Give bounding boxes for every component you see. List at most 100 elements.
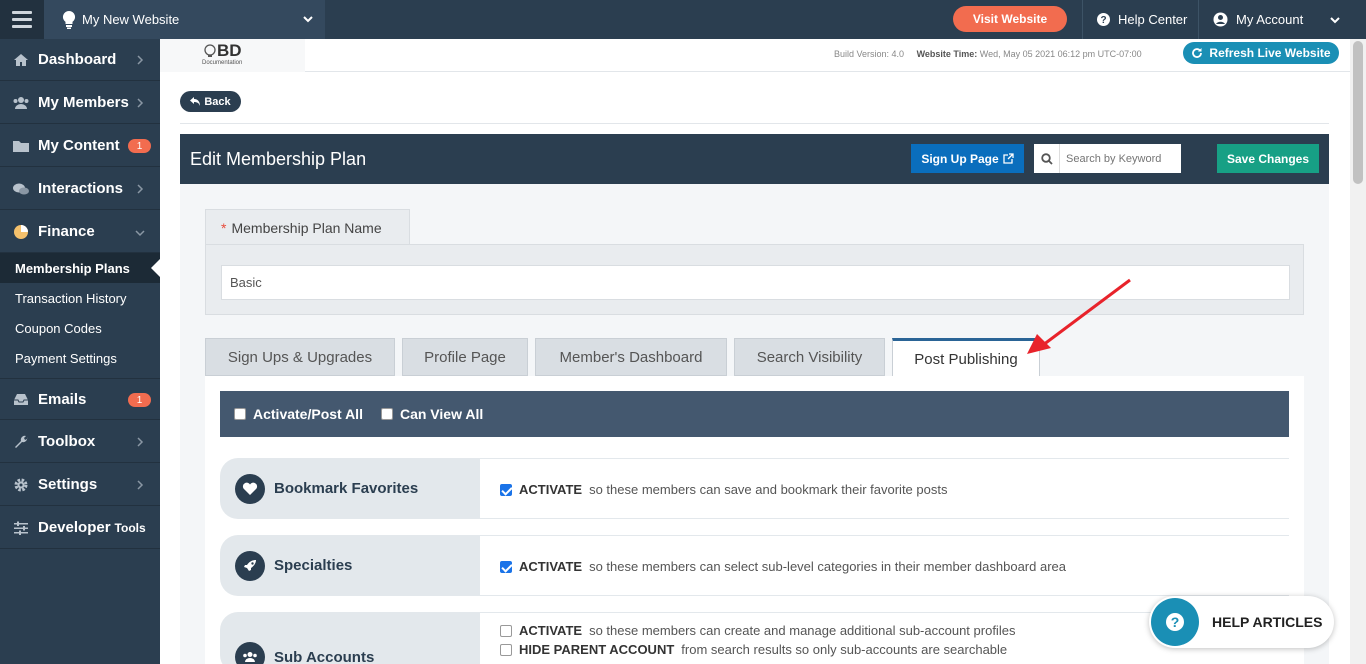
heart-icon (235, 473, 265, 504)
feature-label: Sub Accounts (220, 612, 480, 664)
refresh-label: Refresh Live Website (1209, 46, 1331, 60)
tab-members-dashboard[interactable]: Member's Dashboard (535, 338, 727, 376)
sidebar-item-settings[interactable]: Settings (0, 464, 160, 506)
feature-name: Specialties (274, 557, 353, 574)
sidebar-item-label: Settings (38, 476, 98, 493)
brand-logo[interactable] (190, 42, 305, 72)
feature-option: HIDE PARENT ACCOUNT from search results … (500, 642, 1007, 657)
my-account-label: My Account (1236, 12, 1304, 27)
help-center-link[interactable]: ? Help Center (1097, 0, 1187, 39)
view-all-label: Can View All (399, 406, 484, 422)
my-account-menu[interactable]: My Account (1213, 0, 1341, 39)
option-keyword: ACTIVATE (519, 482, 583, 497)
notification-badge: 1 (128, 393, 151, 407)
back-label: Back (204, 95, 231, 108)
sidebar-subitem-transaction-history[interactable]: Transaction History (0, 283, 160, 313)
chevron-right-icon (137, 437, 144, 447)
inbox-icon (12, 391, 30, 407)
lightbulb-icon (62, 10, 76, 29)
logo-text: BD (217, 41, 242, 60)
back-button[interactable]: Back (180, 91, 241, 112)
sub-header: BD Documentation Build Version: 4.0 Webs… (160, 39, 1350, 72)
feature-label: Specialties (220, 535, 480, 596)
page-scrollbar[interactable] (1350, 39, 1366, 664)
logo-area: BD Documentation (160, 39, 305, 72)
hamburger-icon-line (12, 11, 32, 14)
option-keyword: HIDE PARENT ACCOUNT (519, 642, 675, 657)
external-link-icon (1003, 153, 1014, 164)
sidebar-item-label: Toolbox (38, 433, 96, 450)
website-name: My New Website (82, 12, 180, 27)
pie-chart-icon (12, 224, 30, 240)
feature-options: ACTIVATE so these members can save and b… (480, 458, 1289, 519)
users-icon (235, 642, 265, 664)
option-keyword: ACTIVATE (519, 559, 583, 574)
activate-checkbox[interactable] (500, 483, 512, 496)
feature-name: Sub Accounts (274, 649, 375, 664)
activate-all-checkbox[interactable]: Activate/Post All (234, 406, 363, 422)
sidebar-subitem-payment-settings[interactable]: Payment Settings (0, 343, 160, 373)
divider (180, 123, 1329, 124)
tab-search-visibility[interactable]: Search Visibility (734, 338, 885, 376)
checkbox[interactable] (234, 408, 246, 420)
feature-option: ACTIVATE so these members can select sub… (500, 559, 1066, 574)
sidebar-item-label: Developer (38, 519, 111, 536)
menu-toggle-button[interactable] (0, 0, 44, 39)
option-text: from search results so only sub-accounts… (681, 642, 1008, 657)
activate-checkbox[interactable] (500, 624, 512, 637)
sign-up-label: Sign Up Page (921, 151, 999, 166)
sidebar-item-developer-tools[interactable]: Developer Tools (0, 507, 160, 549)
save-changes-button[interactable]: Save Changes (1217, 144, 1319, 173)
option-text: so these members can save and bookmark t… (589, 482, 948, 497)
comments-icon (12, 181, 30, 197)
checkbox[interactable] (380, 408, 393, 420)
sidebar-item-interactions[interactable]: Interactions (0, 168, 160, 210)
question-circle-icon: ? (1097, 13, 1110, 26)
sign-up-page-button[interactable]: Sign Up Page (911, 144, 1024, 173)
sidebar-item-emails[interactable]: Emails 1 (0, 378, 160, 420)
reply-arrow-icon (190, 97, 201, 106)
sidebar-subitem-membership-plans[interactable]: Membership Plans (0, 253, 160, 283)
feature-row-specialties: Specialties ACTIVATE so these members ca… (220, 535, 1289, 596)
rocket-icon (235, 550, 265, 581)
activate-checkbox[interactable] (500, 560, 512, 573)
user-circle-icon (1213, 12, 1228, 27)
question-icon: ? (1151, 598, 1199, 646)
tab-profile-page[interactable]: Profile Page (402, 338, 528, 376)
plan-name-box: Basic (205, 244, 1304, 315)
sidebar-item-label: Finance (38, 223, 95, 240)
feature-label: Bookmark Favorites (220, 458, 480, 519)
sidebar-item-my-members[interactable]: My Members (0, 82, 160, 124)
help-articles-button[interactable]: ? HELP ARTICLES (1149, 596, 1334, 648)
sidebar-item-my-content[interactable]: My Content 1 (0, 125, 160, 167)
sidebar-item-finance[interactable]: Finance (0, 211, 160, 253)
svg-text:?: ? (1171, 614, 1180, 630)
chevron-right-icon (137, 98, 144, 108)
search-icon (1034, 144, 1060, 173)
chevron-right-icon (137, 480, 144, 490)
scrollbar-thumb[interactable] (1353, 41, 1363, 184)
hide-parent-checkbox[interactable] (500, 643, 512, 656)
gear-icon (12, 477, 30, 493)
sidebar-subitem-coupon-codes[interactable]: Coupon Codes (0, 313, 160, 343)
website-selector[interactable]: My New Website (44, 0, 325, 39)
sidebar-item-toolbox[interactable]: Toolbox (0, 421, 160, 463)
plan-name-tab: * Membership Plan Name (205, 209, 410, 245)
website-time-label: Website Time: (916, 49, 978, 59)
refresh-live-website-button[interactable]: Refresh Live Website (1183, 42, 1339, 64)
search-input[interactable] (1060, 152, 1178, 165)
option-text: so these members can select sub-level ca… (589, 559, 1066, 574)
tab-post-publishing[interactable]: Post Publishing (892, 338, 1040, 377)
view-all-checkbox[interactable]: Can View All (380, 406, 484, 422)
help-center-label: Help Center (1118, 12, 1188, 27)
notification-badge: 1 (128, 139, 151, 153)
tab-sign-ups-upgrades[interactable]: Sign Ups & Upgrades (205, 338, 395, 376)
top-bar: My New Website Visit Website ? Help Cent… (0, 0, 1366, 39)
panel-header: Edit Membership Plan Sign Up Page Save C… (180, 134, 1329, 184)
visit-website-button[interactable]: Visit Website (953, 6, 1067, 32)
chevron-down-icon (135, 230, 145, 237)
sidebar-item-label: My Content (38, 137, 120, 154)
option-text: so these members can create and manage a… (589, 623, 1016, 638)
page-title: Edit Membership Plan (190, 149, 367, 169)
sidebar-item-dashboard[interactable]: Dashboard (0, 39, 160, 81)
